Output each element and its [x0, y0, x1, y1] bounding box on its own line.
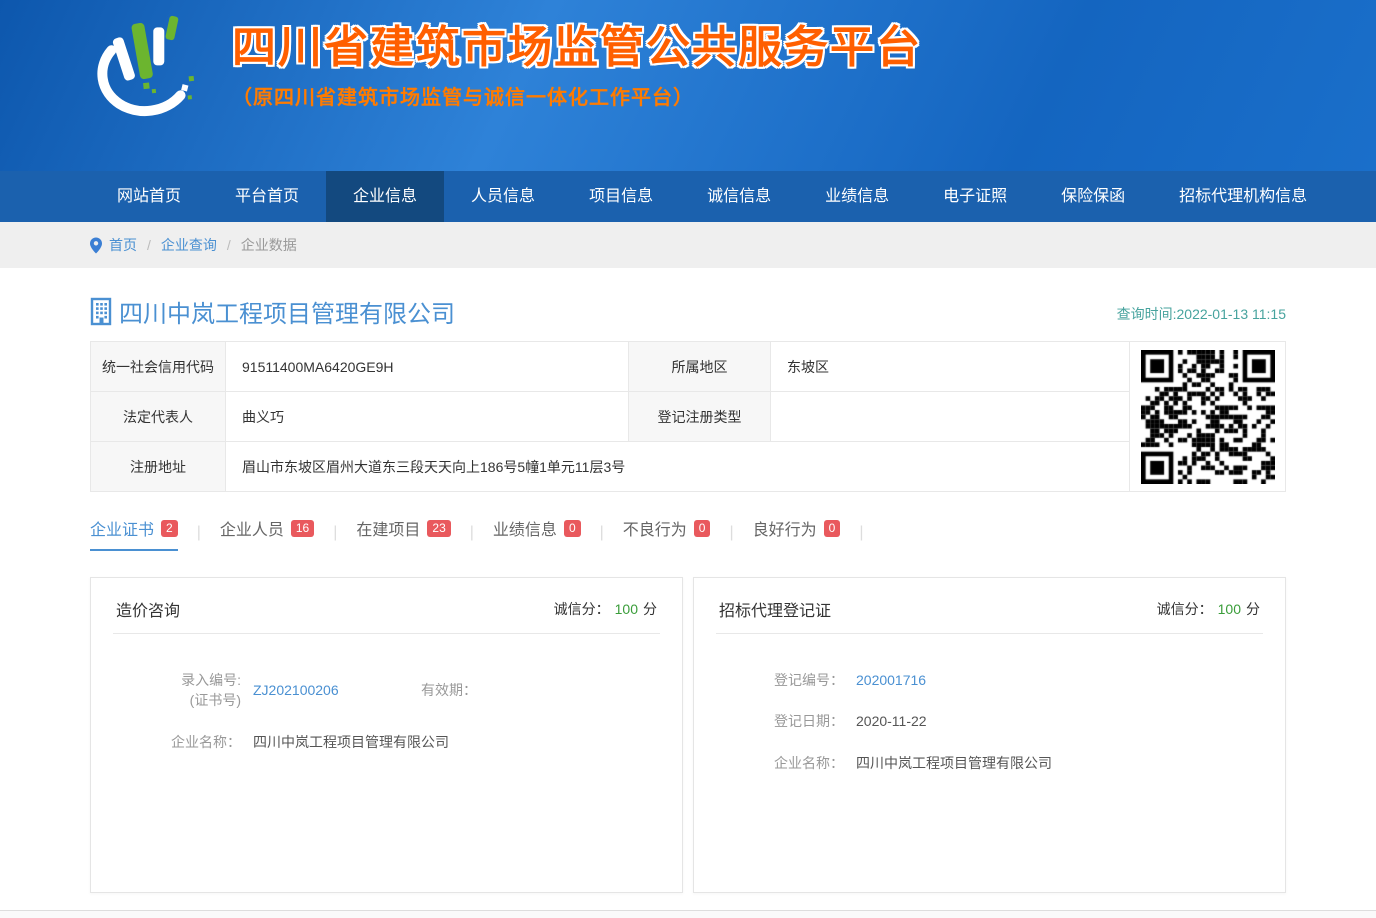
- integrity-score: 诚信分： 100 分: [554, 599, 657, 619]
- tab-separator: [197, 524, 201, 551]
- breadcrumb-separator: /: [147, 237, 151, 253]
- company-title: 四川中岚工程项目管理有限公司: [90, 294, 455, 329]
- tab-count-badge: 23: [427, 520, 450, 537]
- score-value: 100: [1218, 601, 1241, 617]
- site-header: 四川省建筑市场监管公共服务平台 （原四川省建筑市场监管与诚信一体化工作平台）: [0, 0, 1376, 171]
- registered-address-label: 注册地址: [91, 442, 226, 492]
- nav-performance-info[interactable]: 业绩信息: [798, 171, 916, 222]
- tab-count-badge: 0: [694, 520, 711, 537]
- card-title: 造价咨询: [116, 597, 180, 621]
- tab-label: 良好行为: [753, 516, 817, 540]
- nav-site-home[interactable]: 网站首页: [90, 171, 208, 222]
- tab-enterprise-personnel[interactable]: 企业人员 16: [220, 516, 314, 551]
- score-unit: 分: [643, 601, 657, 617]
- validity-label: 有效期：: [421, 680, 477, 700]
- nav-project-info[interactable]: 项目信息: [562, 171, 680, 222]
- tab-bad-behavior[interactable]: 不良行为 0: [623, 516, 711, 551]
- breadcrumb-separator: /: [227, 237, 231, 253]
- legal-rep-label: 法定代表人: [91, 392, 226, 442]
- tab-count-badge: 16: [291, 520, 314, 537]
- tab-label: 业绩信息: [493, 516, 557, 540]
- legal-rep-value: 曲义巧: [226, 392, 629, 442]
- registration-type-value: [771, 392, 1130, 442]
- breadcrumb: 首页 / 企业查询 / 企业数据: [0, 222, 1376, 268]
- registration-number-label: 登记编号：: [719, 670, 844, 690]
- tab-performance-info[interactable]: 业绩信息 0: [493, 516, 581, 551]
- tab-separator: [470, 524, 474, 551]
- location-pin-icon: [90, 237, 102, 254]
- tab-label: 不良行为: [623, 516, 687, 540]
- region-label: 所属地区: [629, 342, 771, 392]
- registration-type-label: 登记注册类型: [629, 392, 771, 442]
- site-subtitle: （原四川省建筑市场监管与诚信一体化工作平台）: [232, 81, 922, 110]
- nav-enterprise-info[interactable]: 企业信息: [326, 171, 444, 222]
- footer-divider: [0, 910, 1376, 918]
- qr-code-cell: [1130, 341, 1286, 492]
- tab-separator: [333, 524, 337, 551]
- registered-address-value: 眉山市东坡区眉州大道东三段天天向上186号5幢1单元11层3号: [226, 442, 1130, 492]
- tab-count-badge: 0: [564, 520, 581, 537]
- enterprise-name-value: 四川中岚工程项目管理有限公司: [253, 732, 449, 752]
- nav-e-certificate[interactable]: 电子证照: [916, 171, 1034, 222]
- nav-insurance-guarantee[interactable]: 保险保函: [1034, 171, 1152, 222]
- score-unit: 分: [1246, 601, 1260, 617]
- region-value: 东坡区: [771, 342, 1130, 392]
- nav-integrity-info[interactable]: 诚信信息: [680, 171, 798, 222]
- nav-personnel-info[interactable]: 人员信息: [444, 171, 562, 222]
- platform-logo: [92, 12, 196, 133]
- entry-number-label: 录入编号: (证书号): [116, 670, 241, 711]
- detail-tabs: 企业证书 2 企业人员 16 在建项目 23 业绩信息 0 不良行为 0 良好行…: [90, 516, 1286, 551]
- enterprise-name-value: 四川中岚工程项目管理有限公司: [856, 753, 1052, 773]
- nav-platform-home[interactable]: 平台首页: [208, 171, 326, 222]
- registration-date-value: 2020-11-22: [856, 713, 927, 729]
- registration-date-label: 登记日期：: [719, 711, 844, 731]
- tab-count-badge: 0: [824, 520, 841, 537]
- enterprise-name-label: 企业名称：: [116, 732, 241, 752]
- tab-label: 企业证书: [90, 516, 154, 540]
- table-row: 注册地址 眉山市东坡区眉州大道东三段天天向上186号5幢1单元11层3号: [91, 442, 1130, 492]
- certificate-card-cost-consulting: 造价咨询 诚信分： 100 分 录入编号: (证书号) ZJ202100206: [90, 577, 683, 893]
- table-row: 法定代表人 曲义巧 登记注册类型: [91, 392, 1130, 442]
- score-label: 诚信分：: [1157, 601, 1213, 617]
- certificate-number-link[interactable]: ZJ202100206: [253, 682, 339, 698]
- credit-code-label: 统一社会信用代码: [91, 342, 226, 392]
- breadcrumb-enterprise-data: 企业数据: [241, 235, 297, 255]
- tab-label: 企业人员: [220, 516, 284, 540]
- tab-separator: [729, 524, 733, 551]
- main-nav: 网站首页 平台首页 企业信息 人员信息 项目信息 诚信信息 业绩信息 电子证照 …: [0, 171, 1376, 222]
- registration-number-link[interactable]: 202001716: [856, 672, 926, 688]
- tab-label: 在建项目: [356, 516, 420, 540]
- tab-count-badge: 2: [161, 520, 178, 537]
- main-content: 四川中岚工程项目管理有限公司 查询时间:2022-01-13 11:15 统一社…: [90, 268, 1286, 893]
- qr-code: [1141, 350, 1275, 484]
- nav-bidding-agency-info[interactable]: 招标代理机构信息: [1152, 171, 1334, 222]
- enterprise-name-label: 企业名称：: [719, 753, 844, 773]
- tab-enterprise-certificates[interactable]: 企业证书 2: [90, 516, 178, 551]
- table-row: 统一社会信用代码 91511400MA6420GE9H 所属地区 东坡区: [91, 342, 1130, 392]
- score-label: 诚信分：: [554, 601, 610, 617]
- company-name-heading: 四川中岚工程项目管理有限公司: [119, 294, 455, 329]
- company-info-table: 统一社会信用代码 91511400MA6420GE9H 所属地区 东坡区 法定代…: [90, 341, 1130, 492]
- company-info-block: 统一社会信用代码 91511400MA6420GE9H 所属地区 东坡区 法定代…: [90, 341, 1286, 492]
- card-title: 招标代理登记证: [719, 597, 831, 621]
- building-icon: [90, 297, 116, 326]
- query-time: 查询时间:2022-01-13 11:15: [1117, 304, 1286, 329]
- breadcrumb-enterprise-search[interactable]: 企业查询: [161, 235, 217, 255]
- integrity-score: 诚信分： 100 分: [1157, 599, 1260, 619]
- breadcrumb-home[interactable]: 首页: [109, 235, 137, 255]
- tab-separator: [859, 524, 863, 551]
- tab-projects-under-construction[interactable]: 在建项目 23: [356, 516, 450, 551]
- certificate-card-bidding-agency: 招标代理登记证 诚信分： 100 分 登记编号： 202001716 登记日期： 2…: [693, 577, 1286, 893]
- platform-logo-icon: [92, 12, 196, 128]
- credit-code-value: 91511400MA6420GE9H: [226, 342, 629, 392]
- score-value: 100: [615, 601, 638, 617]
- tab-separator: [600, 524, 604, 551]
- site-title: 四川省建筑市场监管公共服务平台: [232, 24, 922, 72]
- tab-good-behavior[interactable]: 良好行为 0: [753, 516, 841, 551]
